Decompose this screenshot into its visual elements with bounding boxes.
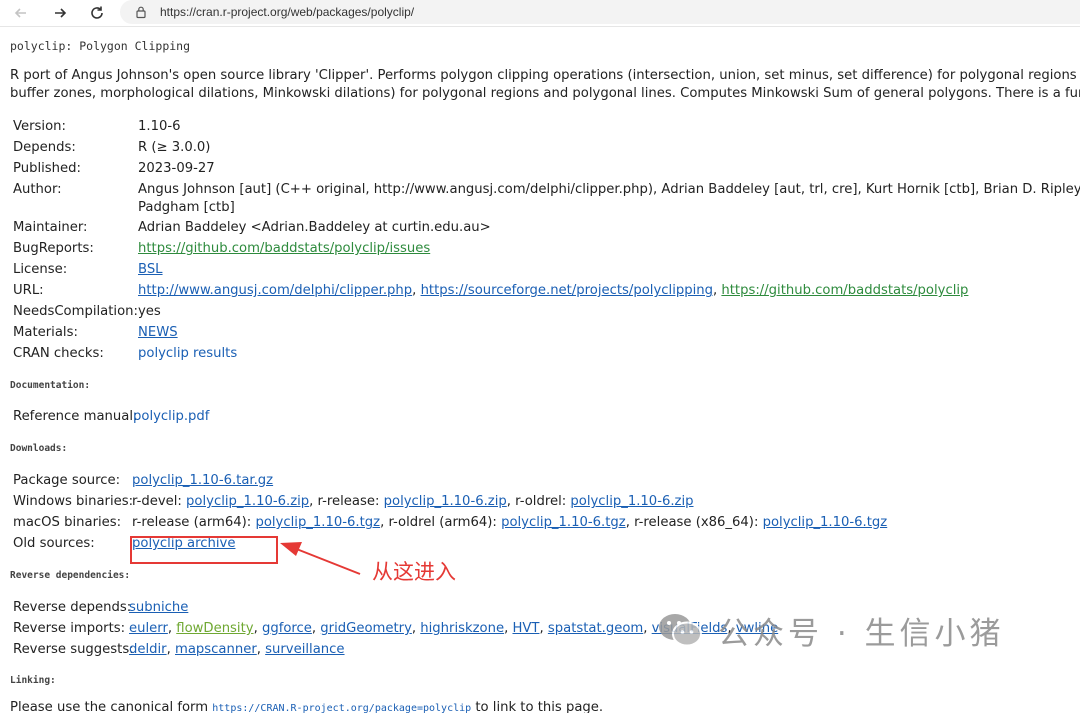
reload-icon — [91, 6, 103, 19]
annotation-arrow-icon — [280, 542, 361, 575]
browser-toolbar: https://cran.r-project.org/web/packages/… — [0, 0, 1080, 27]
reverse-imports-label: Reverse imports: — [13, 621, 126, 636]
description-line-1: R port of Angus Johnson's open source li… — [10, 68, 1080, 83]
forward-button[interactable] — [49, 2, 71, 24]
win-release-label: , r-release: — [309, 494, 384, 509]
materials-label: Materials: — [13, 325, 78, 340]
bugreports-label: BugReports: — [13, 241, 94, 256]
revimport-link[interactable]: highriskzone — [420, 621, 504, 636]
mac-release-arm-label: r-release (arm64): — [132, 515, 256, 530]
win-devel-label: r-devel: — [132, 494, 187, 509]
linking-after: to link to this page. — [471, 700, 604, 713]
mac-oldrel-arm-link[interactable]: polyclip_1.10-6.tgz — [501, 515, 626, 530]
documentation-heading: Documentation: — [10, 380, 91, 391]
watermark-text: 公众号 · 生信小猪 — [718, 615, 1005, 652]
description-line-2: buffer zones, morphological dilations, M… — [10, 86, 1080, 101]
author-line-1: Angus Johnson [aut] (C++ original, http:… — [138, 182, 1080, 197]
reverse-suggests-label: Reverse suggests: — [13, 642, 134, 657]
annotation-highlight-box — [130, 536, 278, 564]
mac-release-arm-link[interactable]: polyclip_1.10-6.tgz — [255, 515, 380, 530]
license-link[interactable]: BSL — [138, 262, 163, 277]
mac-release-x86-label: , r-release (x86_64): — [625, 515, 763, 530]
linking-text: Please use the canonical form https://CR… — [10, 700, 603, 713]
license-label: License: — [13, 262, 68, 277]
page-title: polyclip: Polygon Clipping — [10, 39, 191, 53]
url-link-angusj[interactable]: http://www.angusj.com/delphi/clipper.php — [138, 283, 412, 298]
maintainer-value: Adrian Baddeley <Adrian.Baddeley at curt… — [138, 220, 491, 235]
source-link[interactable]: polyclip_1.10-6.tar.gz — [132, 473, 273, 488]
old-sources-label: Old sources: — [13, 536, 95, 551]
revdep-link[interactable]: subniche — [129, 600, 188, 615]
news-link[interactable]: NEWS — [138, 325, 178, 340]
canonical-link[interactable]: https://CRAN.R-project.org/package=polyc… — [212, 703, 471, 713]
url-sep-1: , — [412, 283, 421, 298]
url-label: URL: — [13, 283, 44, 298]
wechat-icon — [659, 614, 702, 647]
reverse-deps-heading: Reverse dependencies: — [10, 570, 131, 581]
address-bar[interactable]: https://cran.r-project.org/web/packages/… — [120, 0, 1080, 24]
reverse-depends-label: Reverse depends: — [13, 600, 132, 615]
revimport-link[interactable]: HVT — [512, 621, 539, 636]
url-text[interactable]: https://cran.r-project.org/web/packages/… — [160, 5, 414, 19]
linking-before: Please use the canonical form — [10, 700, 213, 713]
cranchecks-link[interactable]: polyclip results — [138, 346, 237, 361]
reload-button[interactable] — [86, 2, 108, 24]
source-label: Package source: — [13, 473, 121, 488]
win-oldrel-label: , r-oldrel: — [506, 494, 571, 509]
windows-label: Windows binaries: — [13, 494, 134, 509]
revimport-link[interactable]: eulerr — [129, 621, 168, 636]
bugreports-link[interactable]: https://github.com/baddstats/polyclip/is… — [138, 241, 430, 256]
mac-release-x86-link[interactable]: polyclip_1.10-6.tgz — [763, 515, 888, 530]
author-label: Author: — [13, 182, 62, 197]
annotation-text: 从这进入 — [372, 560, 456, 584]
arrow-left-icon — [14, 8, 26, 18]
maintainer-label: Maintainer: — [13, 220, 88, 235]
cranchecks-label: CRAN checks: — [13, 346, 104, 361]
published-value: 2023-09-27 — [138, 161, 215, 176]
revimport-link[interactable]: gridGeometry — [320, 621, 412, 636]
win-release-link[interactable]: polyclip_1.10-6.zip — [384, 494, 507, 509]
version-label: Version: — [13, 119, 66, 134]
revimport-link[interactable]: spatstat.geom — [548, 621, 643, 636]
revsuggest-link[interactable]: deldir — [129, 642, 167, 657]
url-link-sourceforge[interactable]: https://sourceforge.net/projects/polycli… — [421, 283, 713, 298]
downloads-heading: Downloads: — [10, 443, 68, 454]
win-oldrel-link[interactable]: polyclip_1.10-6.zip — [570, 494, 693, 509]
revimport-link[interactable]: ggforce — [262, 621, 312, 636]
revsuggest-link[interactable]: mapscanner — [175, 642, 257, 657]
revimport-link[interactable]: flowDensity — [176, 621, 253, 636]
watermark: 公众号 · 生信小猪 — [656, 608, 1005, 652]
mac-oldrel-arm-label: , r-oldrel (arm64): — [380, 515, 502, 530]
manual-link[interactable]: polyclip.pdf — [133, 409, 209, 424]
version-value: 1.10-6 — [138, 119, 181, 134]
needscompilation-label: NeedsCompilation: — [13, 304, 138, 319]
back-button[interactable] — [10, 2, 32, 24]
needscompilation-value: yes — [138, 304, 161, 319]
revsuggest-link[interactable]: surveillance — [265, 642, 344, 657]
author-value: Angus Johnson [aut] (C++ original, http:… — [138, 181, 1080, 217]
author-line-2: Padgham [ctb] — [138, 200, 235, 215]
arrow-right-icon — [55, 8, 67, 18]
package-description: R port of Angus Johnson's open source li… — [10, 67, 1080, 103]
macos-label: macOS binaries: — [13, 515, 122, 530]
depends-label: Depends: — [13, 140, 76, 155]
published-label: Published: — [13, 161, 81, 176]
depends-value: R (≥ 3.0.0) — [138, 140, 211, 155]
win-devel-link[interactable]: polyclip_1.10-6.zip — [186, 494, 309, 509]
manual-label: Reference manual: — [13, 409, 138, 424]
url-link-github[interactable]: https://github.com/baddstats/polyclip — [721, 283, 968, 298]
lock-icon — [136, 6, 146, 19]
linking-heading: Linking: — [10, 675, 56, 686]
